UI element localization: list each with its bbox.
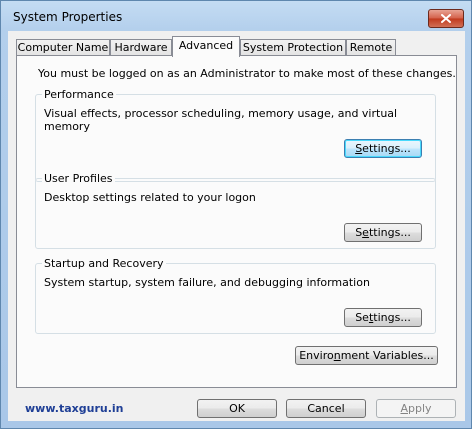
- advanced-tab-panel: You must be logged on as an Administrato…: [16, 55, 457, 388]
- system-properties-window: System Properties Computer Name Hardware…: [0, 0, 472, 429]
- cancel-label: Cancel: [307, 402, 345, 415]
- tab-system-protection[interactable]: System Protection: [240, 39, 346, 56]
- user-profiles-group: User Profiles Desktop settings related t…: [35, 172, 436, 249]
- environment-variables-label: Environment Variables...: [299, 349, 434, 362]
- performance-description: Visual effects, processor scheduling, me…: [44, 107, 398, 133]
- tab-computer-name[interactable]: Computer Name: [16, 39, 110, 56]
- window-title: System Properties: [13, 10, 123, 24]
- environment-variables-button[interactable]: Environment Variables...: [295, 346, 438, 365]
- startup-recovery-settings-label: Settings...: [355, 311, 411, 324]
- cancel-button[interactable]: Cancel: [286, 399, 366, 418]
- title-bar[interactable]: System Properties: [1, 1, 471, 31]
- apply-label: Apply: [400, 402, 432, 415]
- tab-remote[interactable]: Remote: [346, 39, 396, 56]
- user-profiles-settings-label: Settings...: [355, 226, 411, 239]
- watermark-brand-text: www.taxguru.in: [25, 402, 124, 415]
- user-profiles-description: Desktop settings related to your logon: [44, 191, 256, 204]
- close-icon: [441, 14, 451, 23]
- startup-recovery-group: Startup and Recovery System startup, sys…: [35, 257, 436, 334]
- startup-recovery-settings-button[interactable]: Settings...: [344, 308, 422, 327]
- performance-settings-button[interactable]: Settings...: [344, 139, 422, 158]
- startup-recovery-title: Startup and Recovery: [42, 257, 166, 270]
- user-profiles-title: User Profiles: [42, 172, 115, 185]
- tab-advanced[interactable]: Advanced: [172, 36, 240, 57]
- user-profiles-settings-button[interactable]: Settings...: [344, 223, 422, 242]
- close-button[interactable]: [428, 9, 464, 28]
- performance-group: Performance Visual effects, processor sc…: [35, 88, 436, 182]
- startup-recovery-description: System startup, system failure, and debu…: [44, 276, 370, 289]
- dialog-client-area: Computer Name Hardware Advanced System P…: [8, 31, 465, 421]
- performance-title: Performance: [42, 88, 116, 101]
- ok-label: OK: [229, 402, 245, 415]
- tab-hardware[interactable]: Hardware: [110, 39, 172, 56]
- apply-button[interactable]: Apply: [376, 399, 456, 418]
- ok-button[interactable]: OK: [197, 399, 277, 418]
- performance-settings-label: Settings...: [355, 142, 411, 155]
- admin-note: You must be logged on as an Administrato…: [38, 67, 456, 80]
